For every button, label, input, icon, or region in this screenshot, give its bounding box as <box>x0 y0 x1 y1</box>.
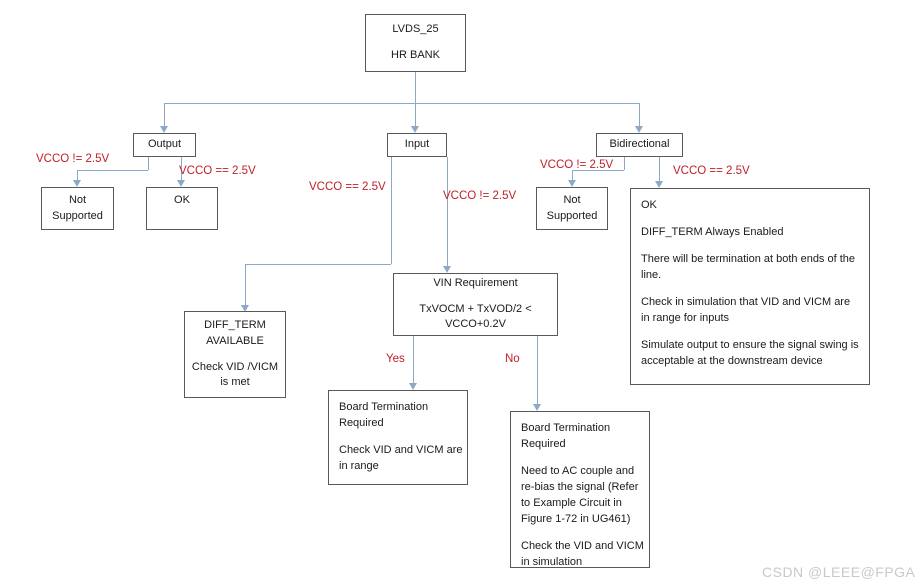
node-vin-line3: VCCO+0.2V <box>445 318 506 331</box>
edge-label-bidir-not-supported: VCCO != 2.5V <box>540 159 614 171</box>
connector-bar-to-output <box>164 103 165 126</box>
connector-input-to-diffterm <box>245 264 246 305</box>
edge-label-input-vin: VCCO != 2.5V <box>443 190 517 202</box>
node-board-no-p3-line2: in simulation <box>521 555 583 568</box>
node-diff-term-available[interactable]: DIFF_TERM AVAILABLE Check VID /VICM is m… <box>184 311 286 398</box>
connector-root-down <box>415 72 416 103</box>
node-board-no-p2-line3: to Example Circuit in <box>521 496 622 509</box>
node-diff-term-line1: DIFF_TERM <box>204 318 266 331</box>
edge-label-output-ok: VCCO == 2.5V <box>179 165 256 177</box>
node-output-label: Output <box>147 138 182 151</box>
connector-output-left-across <box>77 170 148 171</box>
node-diff-term-line4: is met <box>220 376 250 389</box>
arrowhead-output <box>160 126 168 133</box>
node-bidir-ok-p4: Check in simulation that VID and VICM ar… <box>641 295 851 324</box>
node-root-line2: HR BANK <box>391 49 440 61</box>
arrowhead-no <box>533 404 541 411</box>
node-bidir-not-supported-line2: Supported <box>546 209 598 222</box>
node-output-not-supported-line1: Not <box>68 193 87 206</box>
arrowhead-bidir-ok <box>655 181 663 188</box>
node-diff-term-line2: AVAILABLE <box>206 334 264 347</box>
connector-input-left-down <box>391 157 392 264</box>
arrowhead-output-notsupported <box>73 180 81 187</box>
node-vin-line1: VIN Requirement <box>433 276 518 289</box>
node-root-line1: LVDS_25 <box>392 23 439 36</box>
connector-input-left-across <box>245 264 391 265</box>
connector-bar-to-bidirectional <box>639 103 640 126</box>
node-vin-line2: TxVOCM + TxVOD/2 < <box>419 302 532 315</box>
node-root[interactable]: LVDS_25 HR BANK <box>365 14 466 72</box>
node-board-termination-yes[interactable]: Board Termination Required Check VID and… <box>328 390 468 485</box>
connector-bidir-to-ok <box>659 157 660 181</box>
node-board-no-p1-line2: Required <box>521 437 566 450</box>
node-board-no-p1: Board Termination Required <box>521 421 639 453</box>
node-board-no-p3-line1: Check the VID and VICM <box>521 539 644 552</box>
node-board-yes-p2: Check VID and VICM are in range <box>339 443 463 475</box>
node-board-yes-p1-line2: Required <box>339 416 384 429</box>
watermark: CSDN @LEEE@FPGA <box>762 564 916 580</box>
edge-label-bidir-ok: VCCO == 2.5V <box>673 165 750 177</box>
connector-output-to-notsupported <box>77 170 78 180</box>
node-diff-term-line3: Check VID /VICM <box>191 360 279 373</box>
node-board-no-p2-line2: re-bias the signal (Refer <box>521 480 639 493</box>
connector-vin-no <box>537 336 538 404</box>
node-input-label: Input <box>404 138 430 151</box>
arrowhead-input <box>411 126 419 133</box>
node-board-no-p1-line1: Board Termination <box>521 422 611 434</box>
node-board-termination-no[interactable]: Board Termination Required Need to AC co… <box>510 411 650 568</box>
arrowhead-bidirectional <box>635 126 643 133</box>
node-output[interactable]: Output <box>133 133 196 157</box>
node-vin-requirement[interactable]: VIN Requirement TxVOCM + TxVOD/2 < VCCO+… <box>393 273 558 336</box>
connector-input-to-vin <box>447 157 448 266</box>
arrowhead-vin <box>443 266 451 273</box>
node-bidir-ok-p1: OK <box>641 199 657 211</box>
node-board-yes-p2-line1: Check VID and VICM are <box>339 443 463 456</box>
connector-bidir-left-down <box>624 157 625 170</box>
node-output-not-supported-line2: Supported <box>52 209 103 222</box>
connector-distribution-bar <box>164 103 640 104</box>
node-board-yes-p1-line1: Board Termination <box>339 401 429 413</box>
connector-bar-to-input <box>415 103 416 126</box>
node-bidir-ok-p5: Simulate output to ensure the signal swi… <box>641 338 859 367</box>
edge-label-input-diff-term: VCCO == 2.5V <box>309 181 386 193</box>
connector-bidir-to-notsupported <box>572 170 573 180</box>
node-output-ok[interactable]: OK <box>146 187 218 230</box>
node-input[interactable]: Input <box>387 133 447 157</box>
node-board-no-p3: Check the VID and VICM in simulation <box>521 539 644 571</box>
edge-label-vin-yes: Yes <box>386 353 405 365</box>
arrowhead-yes <box>409 383 417 390</box>
arrowhead-bidir-notsupported <box>568 180 576 187</box>
edge-label-output-not-supported: VCCO != 2.5V <box>36 153 110 165</box>
node-bidir-ok-p2: DIFF_TERM Always Enabled <box>641 225 784 238</box>
node-bidir-ok[interactable]: OK DIFF_TERM Always Enabled There will b… <box>630 188 870 385</box>
node-board-yes-p2-line2: in range <box>339 459 379 472</box>
node-bidir-ok-p3: There will be termination at both ends o… <box>641 252 856 281</box>
flowchart-canvas: LVDS_25 HR BANK Output Input Bidirection… <box>0 0 917 588</box>
edge-label-vin-no: No <box>505 353 520 365</box>
node-bidir-not-supported-line1: Not <box>563 193 581 206</box>
node-bidir-not-supported[interactable]: Not Supported <box>536 187 608 230</box>
node-bidirectional[interactable]: Bidirectional <box>596 133 683 157</box>
node-board-no-p2-line1: Need to AC couple and <box>521 464 635 477</box>
node-output-ok-label: OK <box>174 194 190 206</box>
connector-output-left-down <box>148 157 149 170</box>
node-board-no-p2: Need to AC couple and re-bias the signal… <box>521 464 639 528</box>
connector-vin-yes <box>413 336 414 383</box>
node-output-not-supported[interactable]: Not Supported <box>41 187 114 230</box>
node-bidirectional-label: Bidirectional <box>609 138 670 151</box>
node-board-yes-p1: Board Termination Required <box>339 400 457 432</box>
node-board-no-p2-line4: Figure 1-72 in UG461) <box>521 512 631 525</box>
arrowhead-output-ok <box>177 180 185 187</box>
